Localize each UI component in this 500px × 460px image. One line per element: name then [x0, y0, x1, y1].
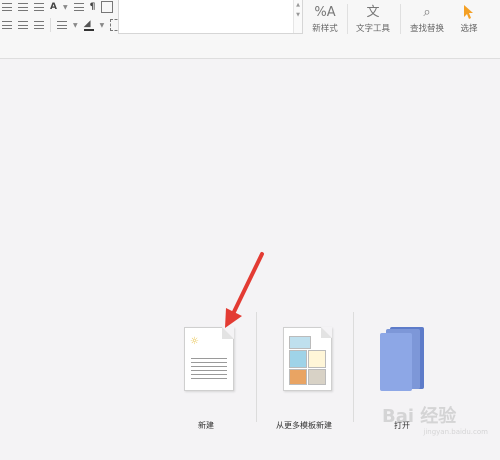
new-style-label: 新样式 [312, 24, 338, 34]
start-divider [353, 312, 354, 422]
cursor-arrow-icon [452, 0, 486, 20]
chevron-down-icon[interactable]: ▼ [63, 4, 68, 11]
template-document-icon[interactable] [283, 327, 332, 391]
style-gallery[interactable]: ▲ ▼ [118, 0, 303, 34]
select-button[interactable]: 选择 [452, 0, 486, 34]
ribbon-divider [347, 4, 348, 34]
template-thumb [289, 350, 307, 368]
shading-icon[interactable]: ◢ [83, 19, 94, 31]
ribbon-divider [400, 4, 401, 34]
font-size-button[interactable]: A [50, 2, 57, 12]
new-document-icon[interactable]: ☼ [184, 327, 234, 391]
find-replace-label: 查找替换 [409, 24, 444, 34]
new-style-icon: %A [314, 5, 336, 20]
template-label[interactable]: 从更多模板新建 [276, 420, 332, 431]
toolbar-row-1: A ▼ ¶ [2, 0, 114, 14]
watermark: Bai 经验 jingyan.baidu.com [382, 402, 492, 442]
doc-line [191, 362, 227, 363]
find-replace-button[interactable]: ⌕ 查找替换 [405, 0, 449, 34]
open-folder-icon[interactable] [380, 325, 428, 391]
sun-icon: ☼ [190, 336, 199, 347]
magnifier-icon: ⌕ [423, 5, 431, 20]
page-fold [321, 327, 332, 338]
style-gallery-scrollbar[interactable]: ▲ ▼ [293, 0, 302, 33]
justify-icon[interactable] [2, 21, 12, 29]
ribbon-toolbar: A ▼ ¶ ▼ ◢ ▼ ▼ ▲ ▼ %A 新样式 文 文字工具 ⌕ 查找替换 [0, 0, 500, 59]
decrease-indent-icon[interactable] [2, 3, 12, 11]
select-label: 选择 [460, 24, 478, 34]
text-tools-icon: 文 [366, 5, 380, 20]
show-marks-icon[interactable]: ¶ [90, 2, 96, 12]
table-icon[interactable] [101, 1, 114, 13]
scroll-down-icon[interactable]: ▼ [294, 10, 302, 20]
watermark-sub: jingyan.baidu.com [423, 428, 488, 436]
increase-indent-icon[interactable] [18, 3, 28, 11]
text-tools-button[interactable]: 文 文字工具 [351, 0, 395, 34]
annotation-arrow [225, 252, 264, 328]
folder-front [380, 333, 412, 391]
template-thumb [289, 369, 307, 385]
text-tools-label: 文字工具 [355, 24, 390, 34]
watermark-text: Bai 经验 [382, 406, 457, 427]
columns-icon[interactable] [34, 21, 44, 29]
scroll-up-icon[interactable]: ▲ [294, 0, 302, 10]
list-icon[interactable] [57, 21, 67, 29]
toolbar-row-2: ▼ ◢ ▼ ▼ [2, 16, 133, 34]
toolbar-divider [50, 18, 51, 32]
sort-icon[interactable] [73, 3, 84, 11]
template-thumb [289, 336, 311, 349]
new-style-button[interactable]: %A 新样式 [305, 0, 345, 34]
doc-line [191, 370, 227, 371]
doc-line [191, 366, 227, 367]
template-thumb [308, 369, 326, 385]
template-thumb [308, 350, 326, 368]
chevron-down-icon[interactable]: ▼ [73, 22, 78, 29]
chevron-down-icon[interactable]: ▼ [100, 22, 105, 29]
line-spacing-icon[interactable] [34, 3, 44, 11]
new-label[interactable]: 新建 [198, 420, 214, 431]
doc-line [191, 378, 227, 379]
distribute-icon[interactable] [18, 21, 28, 29]
doc-line [191, 374, 227, 375]
doc-line [191, 358, 227, 359]
